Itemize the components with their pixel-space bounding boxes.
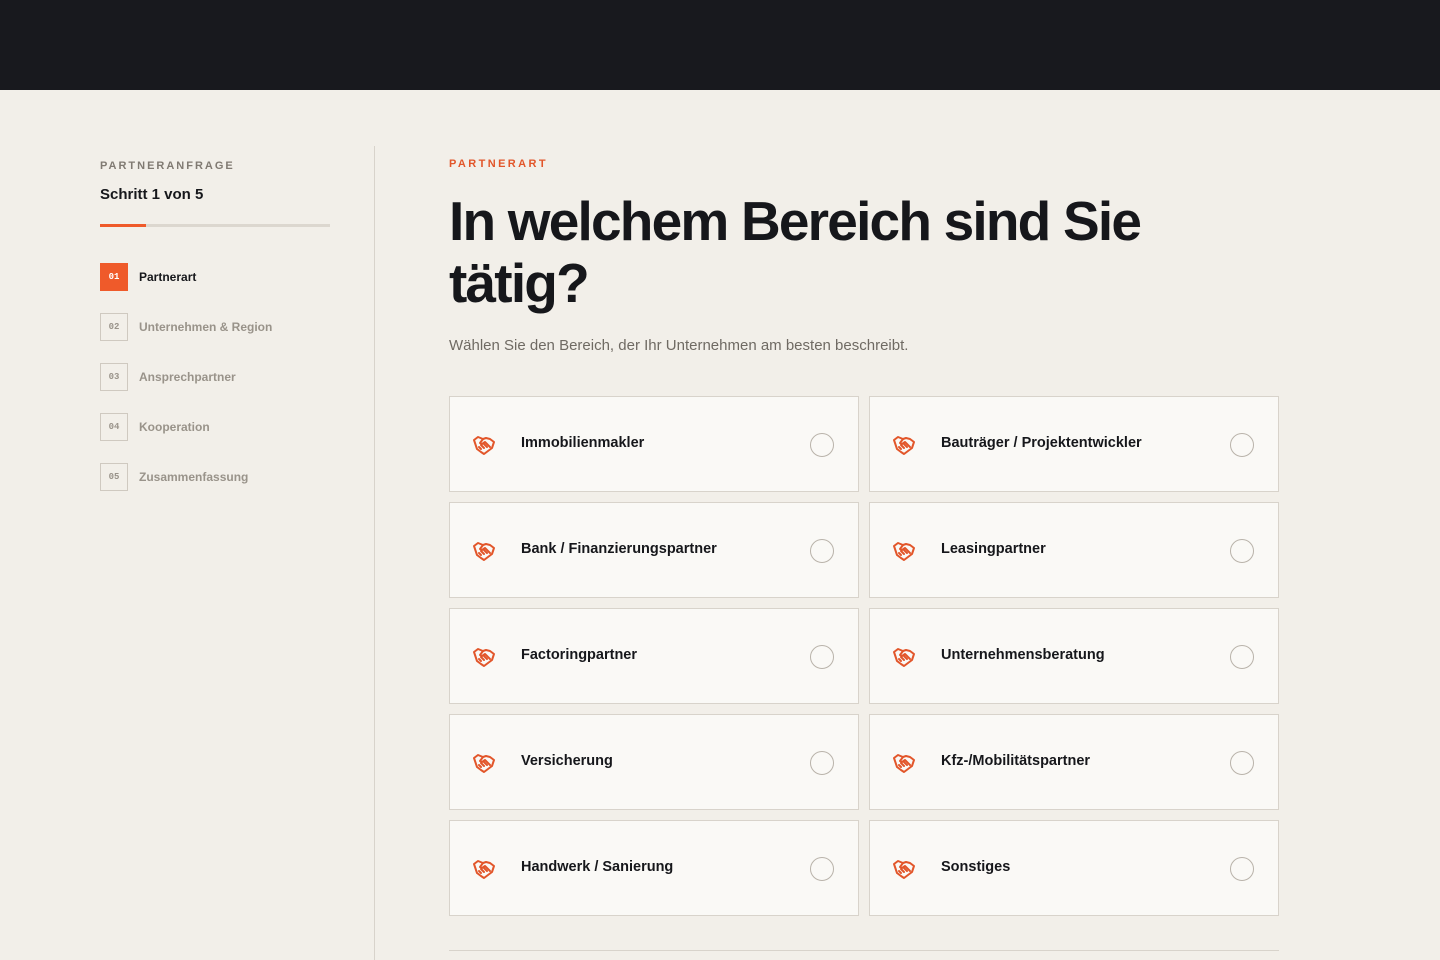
progress-bar-fill xyxy=(100,224,146,227)
option-card[interactable]: Sonstiges xyxy=(869,820,1279,916)
step-label: Partnerart xyxy=(139,270,197,284)
step-label: Zusammenfassung xyxy=(139,470,249,484)
section-divider xyxy=(449,950,1279,951)
page-subtitle: Wählen Sie den Bereich, der Ihr Unterneh… xyxy=(449,337,909,354)
page-title: In welchem Bereich sind Sie tätig? xyxy=(449,190,1142,314)
sidebar-eyebrow: PARTNERANFRAGE xyxy=(100,160,235,172)
option-card[interactable]: Bauträger / Projektentwickler xyxy=(869,396,1279,492)
step-number: 03 xyxy=(100,363,128,391)
option-label: Immobilienmakler xyxy=(521,435,645,451)
option-label: Versicherung xyxy=(521,753,613,769)
option-radio[interactable] xyxy=(1230,433,1254,457)
option-card[interactable]: Handwerk / Sanierung xyxy=(449,820,859,916)
step-label: Kooperation xyxy=(139,420,210,434)
option-radio[interactable] xyxy=(810,645,834,669)
option-label: Sonstiges xyxy=(941,859,1011,875)
step-label: Ansprechpartner xyxy=(139,370,236,384)
option-card[interactable]: Leasingpartner xyxy=(869,502,1279,598)
option-card[interactable]: Bank / Finanzierungspartner xyxy=(449,502,859,598)
option-grid: Immobilienmakler Bauträger / Projektentw… xyxy=(449,396,1279,916)
option-card[interactable]: Unternehmensberatung xyxy=(869,608,1279,704)
option-label: Unternehmensberatung xyxy=(941,647,1105,663)
handshake-icon xyxy=(473,754,495,773)
option-radio[interactable] xyxy=(1230,751,1254,775)
handshake-icon xyxy=(893,860,915,879)
handshake-icon xyxy=(473,436,495,455)
step-item-unternehmen-region[interactable]: 02 Unternehmen & Region xyxy=(100,313,272,341)
step-counter: Schritt 1 von 5 xyxy=(100,186,204,203)
option-radio[interactable] xyxy=(1230,857,1254,881)
step-list: 01 Partnerart 02 Unternehmen & Region 03… xyxy=(100,263,272,513)
handshake-icon xyxy=(893,648,915,667)
step-number: 01 xyxy=(100,263,128,291)
option-card[interactable]: Immobilienmakler xyxy=(449,396,859,492)
step-item-partnerart[interactable]: 01 Partnerart xyxy=(100,263,272,291)
handshake-icon xyxy=(893,754,915,773)
section-eyebrow: PARTNERART xyxy=(449,158,548,170)
option-label: Leasingpartner xyxy=(941,541,1046,557)
step-sidebar: PARTNERANFRAGE Schritt 1 von 5 01 Partne… xyxy=(100,146,375,960)
option-radio[interactable] xyxy=(810,539,834,563)
option-label: Handwerk / Sanierung xyxy=(521,859,674,875)
step-item-kooperation[interactable]: 04 Kooperation xyxy=(100,413,272,441)
option-radio[interactable] xyxy=(810,857,834,881)
option-label: Kfz-/Mobilitätspartner xyxy=(941,753,1091,769)
option-card[interactable]: Factoringpartner xyxy=(449,608,859,704)
step-number: 04 xyxy=(100,413,128,441)
step-number: 05 xyxy=(100,463,128,491)
step-number: 02 xyxy=(100,313,128,341)
option-radio[interactable] xyxy=(810,751,834,775)
step-label: Unternehmen & Region xyxy=(139,320,273,334)
option-label: Factoringpartner xyxy=(521,647,638,663)
option-radio[interactable] xyxy=(810,433,834,457)
handshake-icon xyxy=(473,648,495,667)
progress-bar xyxy=(100,224,330,227)
option-radio[interactable] xyxy=(1230,539,1254,563)
handshake-icon xyxy=(893,436,915,455)
handshake-icon xyxy=(473,542,495,561)
option-label: Bauträger / Projektentwickler xyxy=(941,435,1142,451)
step-item-zusammenfassung[interactable]: 05 Zusammenfassung xyxy=(100,463,272,491)
option-radio[interactable] xyxy=(1230,645,1254,669)
handshake-icon xyxy=(473,860,495,879)
handshake-icon xyxy=(893,542,915,561)
option-card[interactable]: Versicherung xyxy=(449,714,859,810)
option-card[interactable]: Kfz-/Mobilitätspartner xyxy=(869,714,1279,810)
step-item-ansprechpartner[interactable]: 03 Ansprechpartner xyxy=(100,363,272,391)
top-bar xyxy=(0,0,1440,90)
option-label: Bank / Finanzierungspartner xyxy=(521,541,717,557)
